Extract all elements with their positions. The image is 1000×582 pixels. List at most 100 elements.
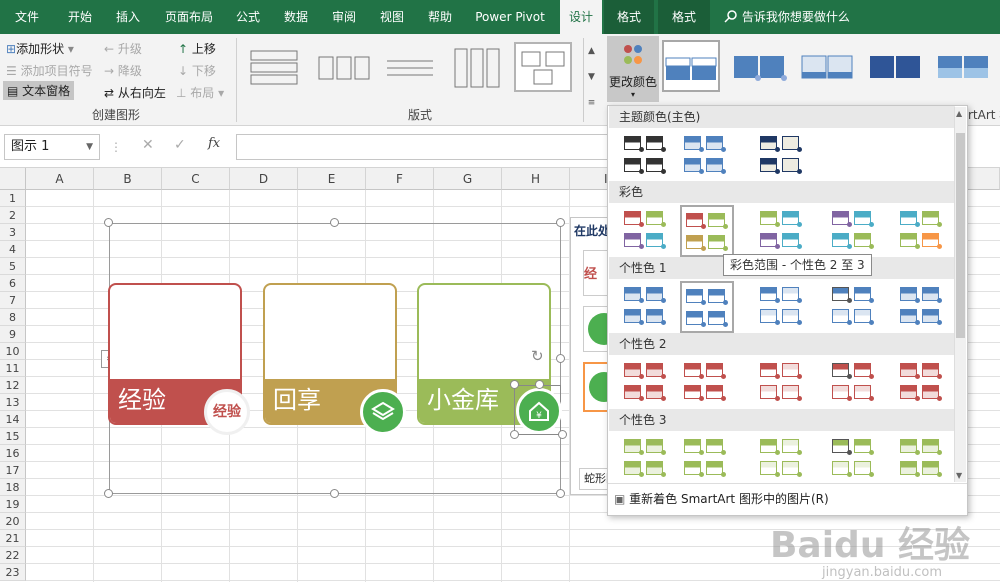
row-header[interactable]: 17	[0, 462, 26, 479]
scroll-up-icon[interactable]: ▲	[956, 109, 962, 118]
gallery-scrollbar[interactable]: ▲ ▼	[954, 107, 966, 482]
tab-review[interactable]: 审阅	[322, 0, 366, 34]
rotate-handle-icon[interactable]: ↻	[531, 347, 544, 365]
tab-insert[interactable]: 插入	[106, 0, 150, 34]
insert-function-icon[interactable]: fx	[208, 136, 220, 151]
column-header-h[interactable]: H	[502, 168, 570, 190]
resize-handle[interactable]	[510, 430, 519, 439]
row-header[interactable]: 7	[0, 292, 26, 309]
row-header[interactable]: 1	[0, 190, 26, 207]
style-thumb-3[interactable]	[798, 40, 856, 92]
row-header[interactable]: 18	[0, 479, 26, 496]
move-down-button[interactable]: ↓ 下移	[178, 62, 216, 79]
color-swatch[interactable]	[828, 433, 882, 485]
resize-handle[interactable]	[535, 380, 544, 389]
color-swatch[interactable]	[756, 130, 810, 182]
column-header-d[interactable]: D	[230, 168, 298, 190]
layout-thumb-3[interactable]	[380, 42, 438, 92]
row-header[interactable]: 9	[0, 326, 26, 343]
scroll-thumb[interactable]	[956, 133, 965, 338]
color-swatch[interactable]	[680, 433, 734, 485]
column-header-b[interactable]: B	[94, 168, 162, 190]
resize-handle[interactable]	[556, 218, 565, 227]
tab-formulas[interactable]: 公式	[226, 0, 270, 34]
tab-file[interactable]: 文件	[4, 0, 50, 34]
row-header[interactable]: 15	[0, 428, 26, 445]
row-header[interactable]: 12	[0, 377, 26, 394]
tab-power-pivot[interactable]: Power Pivot	[466, 0, 554, 34]
row-header[interactable]: 10	[0, 343, 26, 360]
color-swatch[interactable]	[896, 205, 950, 257]
color-swatch[interactable]	[680, 281, 734, 333]
tab-format-2[interactable]: 格式	[658, 0, 710, 34]
change-colors-button[interactable]: 更改颜色 ▾	[607, 36, 659, 102]
color-swatch[interactable]	[620, 433, 674, 485]
resize-handle[interactable]	[510, 380, 519, 389]
resize-handle[interactable]	[556, 489, 565, 498]
color-swatch[interactable]	[828, 205, 882, 257]
row-header[interactable]: 21	[0, 530, 26, 547]
row-header[interactable]: 5	[0, 258, 26, 275]
enter-icon[interactable]: ✓	[174, 137, 186, 153]
layout-button[interactable]: ⊥ 布局 ▾	[176, 84, 224, 101]
formula-input[interactable]	[236, 134, 616, 160]
resize-handle[interactable]	[104, 489, 113, 498]
color-swatch[interactable]	[620, 130, 674, 182]
row-header[interactable]: 11	[0, 360, 26, 377]
color-swatch[interactable]	[620, 357, 674, 409]
style-thumb-4[interactable]	[866, 40, 924, 92]
color-swatch[interactable]	[756, 433, 810, 485]
row-header[interactable]: 19	[0, 496, 26, 513]
resize-handle[interactable]	[104, 218, 113, 227]
tab-page-layout[interactable]: 页面布局	[156, 0, 222, 34]
color-swatch[interactable]	[620, 281, 674, 333]
resize-handle[interactable]	[330, 218, 339, 227]
style-thumb-5[interactable]	[934, 40, 992, 92]
row-header[interactable]: 13	[0, 394, 26, 411]
tab-format-1[interactable]: 格式	[604, 0, 654, 34]
row-header[interactable]: 16	[0, 445, 26, 462]
color-swatch[interactable]	[756, 281, 810, 333]
row-header[interactable]: 20	[0, 513, 26, 530]
layout-gallery-scroll[interactable]: ▲ ▼ ≡	[583, 38, 599, 122]
color-swatch[interactable]	[896, 281, 950, 333]
row-header[interactable]: 8	[0, 309, 26, 326]
color-swatch[interactable]	[756, 357, 810, 409]
cancel-icon[interactable]: ✕	[142, 137, 154, 153]
color-swatch[interactable]	[680, 130, 734, 182]
column-header-c[interactable]: C	[162, 168, 230, 190]
home-yen-icon[interactable]: ¥	[516, 388, 562, 434]
row-header[interactable]: 6	[0, 275, 26, 292]
layout-thumb-4[interactable]	[448, 42, 506, 92]
recolor-pictures-option[interactable]: ▣ 重新着色 SmartArt 图形中的图片(R)	[614, 488, 829, 512]
tab-data[interactable]: 数据	[274, 0, 318, 34]
row-header[interactable]: 2	[0, 207, 26, 224]
color-swatch[interactable]	[680, 205, 734, 257]
row-header[interactable]: 14	[0, 411, 26, 428]
column-header-a[interactable]: A	[26, 168, 94, 190]
resize-handle[interactable]	[556, 354, 565, 363]
resize-handle[interactable]	[330, 489, 339, 498]
promote-button[interactable]: ← 升级	[104, 40, 142, 57]
scroll-down-icon[interactable]: ▼	[956, 471, 962, 480]
tab-view[interactable]: 视图	[370, 0, 414, 34]
color-swatch[interactable]	[896, 433, 950, 485]
color-swatch[interactable]	[896, 357, 950, 409]
row-header[interactable]: 3	[0, 224, 26, 241]
layers-icon[interactable]	[360, 389, 406, 435]
column-header-f[interactable]: F	[366, 168, 434, 190]
select-all-corner[interactable]	[0, 168, 26, 190]
color-swatch[interactable]	[828, 357, 882, 409]
color-swatch[interactable]	[828, 281, 882, 333]
color-swatch[interactable]	[756, 205, 810, 257]
right-to-left-button[interactable]: ⇄ 从右向左	[104, 84, 166, 101]
color-swatch[interactable]	[680, 357, 734, 409]
layout-thumb-5-selected[interactable]	[514, 42, 572, 92]
tell-me-search[interactable]: 告诉我你想要做什么	[724, 0, 850, 34]
row-header[interactable]: 23	[0, 564, 26, 581]
text-pane-button[interactable]: ▤ 文本窗格	[3, 81, 75, 100]
jingyan-logo-icon[interactable]: 经验	[204, 389, 250, 435]
column-header-e[interactable]: E	[298, 168, 366, 190]
color-swatch[interactable]	[620, 205, 674, 257]
column-header-g[interactable]: G	[434, 168, 502, 190]
